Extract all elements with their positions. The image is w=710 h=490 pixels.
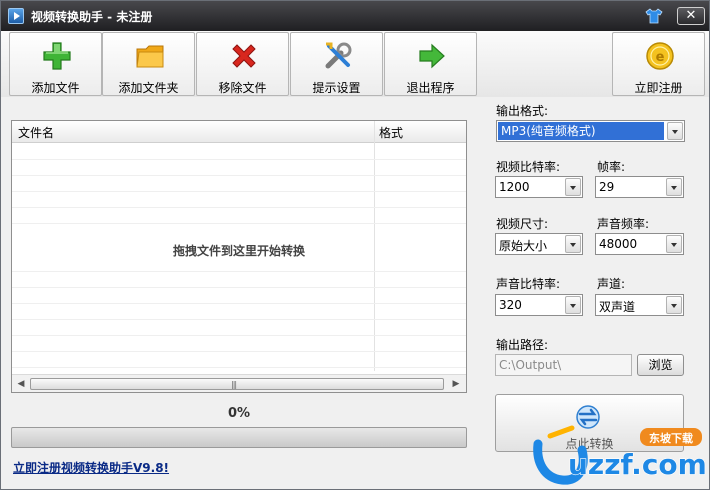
progress-bar (11, 427, 467, 448)
register-button[interactable]: e 立即注册 (612, 32, 705, 96)
video-bitrate-select[interactable]: 1200 (495, 176, 583, 198)
channel-select[interactable]: 双声道 (595, 294, 684, 316)
scroll-right-icon[interactable]: ▶ (450, 378, 462, 390)
app-window: 视频转换助手 - 未注册 ✕ 添加文件 添加文件夹 移除文件 提示设置 退出程序… (0, 0, 710, 490)
red-x-icon (232, 44, 256, 68)
channel-label: 声道: (597, 277, 626, 291)
list-row-line (12, 287, 466, 288)
video-size-select[interactable]: 原始大小 (495, 233, 583, 255)
list-row-line (12, 351, 466, 352)
window-title: 视频转换助手 - 未注册 (31, 10, 153, 24)
add-file-label: 添加文件 (31, 81, 80, 95)
scroll-thumb[interactable]: ||| (30, 378, 444, 390)
file-list[interactable]: 文件名 格式 拖拽文件到这里开始转换 ◀ ||| ▶ (11, 120, 467, 393)
list-row-line (12, 319, 466, 320)
folder-icon (136, 45, 164, 68)
uzzf-watermark-logo: 东坡下载 uzzf.com (533, 425, 707, 485)
audio-freq-label: 声音频率: (597, 217, 650, 231)
list-row-line (12, 223, 466, 224)
chevron-down-icon[interactable] (565, 296, 581, 314)
gold-coin-icon: e (646, 42, 674, 70)
list-row-line (12, 335, 466, 336)
video-bitrate-value: 1200 (499, 180, 530, 194)
browse-button[interactable]: 浏览 (637, 354, 684, 376)
output-format-value: MP3(纯音频格式) (498, 122, 664, 140)
add-folder-label: 添加文件夹 (118, 81, 179, 95)
audio-freq-value: 48000 (599, 237, 638, 251)
audio-bitrate-select[interactable]: 320 (495, 294, 583, 316)
scroll-grip: ||| (231, 380, 237, 389)
remove-file-button[interactable]: 移除文件 (196, 32, 289, 96)
exit-button[interactable]: 退出程序 (384, 32, 477, 96)
frame-rate-label: 帧率: (597, 160, 626, 174)
prompt-settings-label: 提示设置 (312, 81, 361, 95)
chevron-down-icon[interactable] (565, 235, 581, 253)
app-video-icon (8, 8, 24, 24)
list-row-line (12, 303, 466, 304)
exit-label: 退出程序 (406, 81, 455, 95)
column-format[interactable]: 格式 (379, 124, 403, 141)
title-bar[interactable]: 视频转换助手 - 未注册 ✕ (1, 1, 709, 31)
output-format-label: 输出格式: (496, 104, 549, 118)
chevron-down-icon[interactable] (565, 178, 581, 196)
add-file-button[interactable]: 添加文件 (9, 32, 102, 96)
output-path-label: 输出路径: (496, 338, 549, 352)
audio-freq-select[interactable]: 48000 (595, 233, 684, 255)
list-row-line (12, 159, 466, 160)
list-row-line (12, 207, 466, 208)
add-folder-button[interactable]: 添加文件夹 (102, 32, 195, 96)
chevron-down-icon[interactable] (666, 178, 682, 196)
toolbar: 添加文件 添加文件夹 移除文件 提示设置 退出程序 e 立即注册 (1, 31, 709, 97)
file-list-header: 文件名 格式 (12, 121, 466, 143)
column-filename[interactable]: 文件名 (18, 124, 54, 141)
output-format-select[interactable]: MP3(纯音频格式) (496, 120, 685, 142)
scroll-left-icon[interactable]: ◀ (15, 378, 27, 390)
video-bitrate-label: 视频比特率: (496, 160, 561, 174)
list-row-line (12, 175, 466, 176)
horizontal-scrollbar[interactable]: ◀ ||| ▶ (12, 374, 466, 392)
output-path-input[interactable]: C:\Output\ (495, 354, 632, 376)
plus-icon (43, 42, 71, 70)
progress-percent: 0% (227, 406, 251, 421)
list-row-line (12, 367, 466, 368)
svg-text:e: e (656, 50, 665, 65)
tools-icon (325, 42, 352, 69)
prompt-settings-button[interactable]: 提示设置 (290, 32, 383, 96)
green-arrow-icon (419, 43, 445, 69)
audio-bitrate-label: 声音比特率: (496, 277, 561, 291)
drop-hint: 拖拽文件到这里开始转换 (172, 244, 305, 258)
watermark-tag: 东坡下载 (649, 431, 693, 445)
chevron-down-icon[interactable] (667, 122, 683, 140)
remove-file-label: 移除文件 (218, 81, 267, 95)
frame-rate-value: 29 (599, 180, 615, 194)
channel-value: 双声道 (599, 300, 636, 314)
video-size-label: 视频尺寸: (496, 217, 549, 231)
video-size-value: 原始大小 (499, 239, 548, 253)
list-row-line (12, 191, 466, 192)
audio-bitrate-value: 320 (499, 298, 522, 312)
register-link[interactable]: 立即注册视频转换助手V9.8! (13, 459, 169, 476)
close-button[interactable]: ✕ (677, 7, 705, 25)
list-row-line (12, 271, 466, 272)
skin-shirt-icon[interactable] (645, 8, 663, 24)
watermark-brand: uzzf.com (568, 448, 707, 481)
chevron-down-icon[interactable] (666, 296, 682, 314)
chevron-down-icon[interactable] (666, 235, 682, 253)
frame-rate-select[interactable]: 29 (595, 176, 684, 198)
register-label: 立即注册 (634, 81, 683, 95)
